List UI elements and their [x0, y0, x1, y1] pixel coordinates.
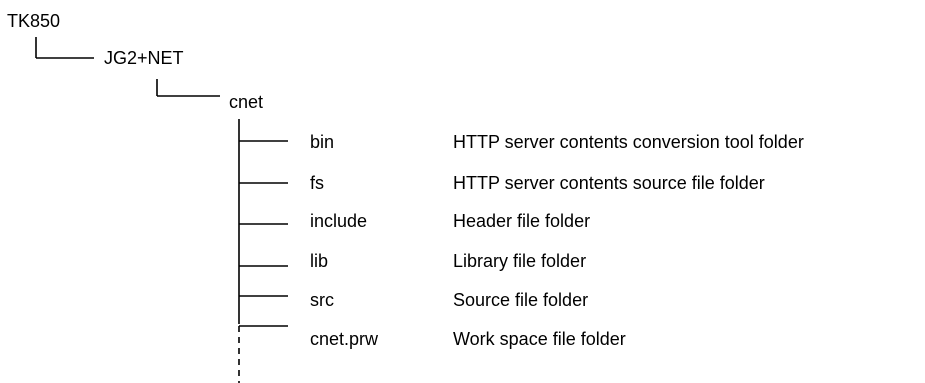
folder-description-bin: HTTP server contents conversion tool fol…: [453, 132, 804, 152]
folder-name-fs: fs: [310, 173, 325, 193]
folder-description-fs: HTTP server contents source file folder: [453, 173, 765, 193]
root-folder-label: TK850: [7, 11, 61, 31]
folder-tree-diagram: TK850 JG2+NET cnet bin HTTP server conte…: [0, 0, 925, 383]
folder-name-cnetprw: cnet.prw: [310, 329, 379, 349]
folder-description-cnetprw: Work space file folder: [453, 329, 626, 349]
folder-description-src: Source file folder: [453, 290, 589, 310]
jg2net-folder-label: JG2+NET: [104, 48, 184, 68]
cnet-folder-label: cnet: [229, 92, 264, 112]
folder-description-lib: Library file folder: [453, 251, 587, 271]
folder-name-lib: lib: [310, 251, 329, 271]
folder-description-include: Header file folder: [453, 211, 591, 231]
folder-name-include: include: [310, 211, 368, 231]
folder-name-bin: bin: [310, 132, 335, 152]
folder-name-src: src: [310, 290, 334, 310]
